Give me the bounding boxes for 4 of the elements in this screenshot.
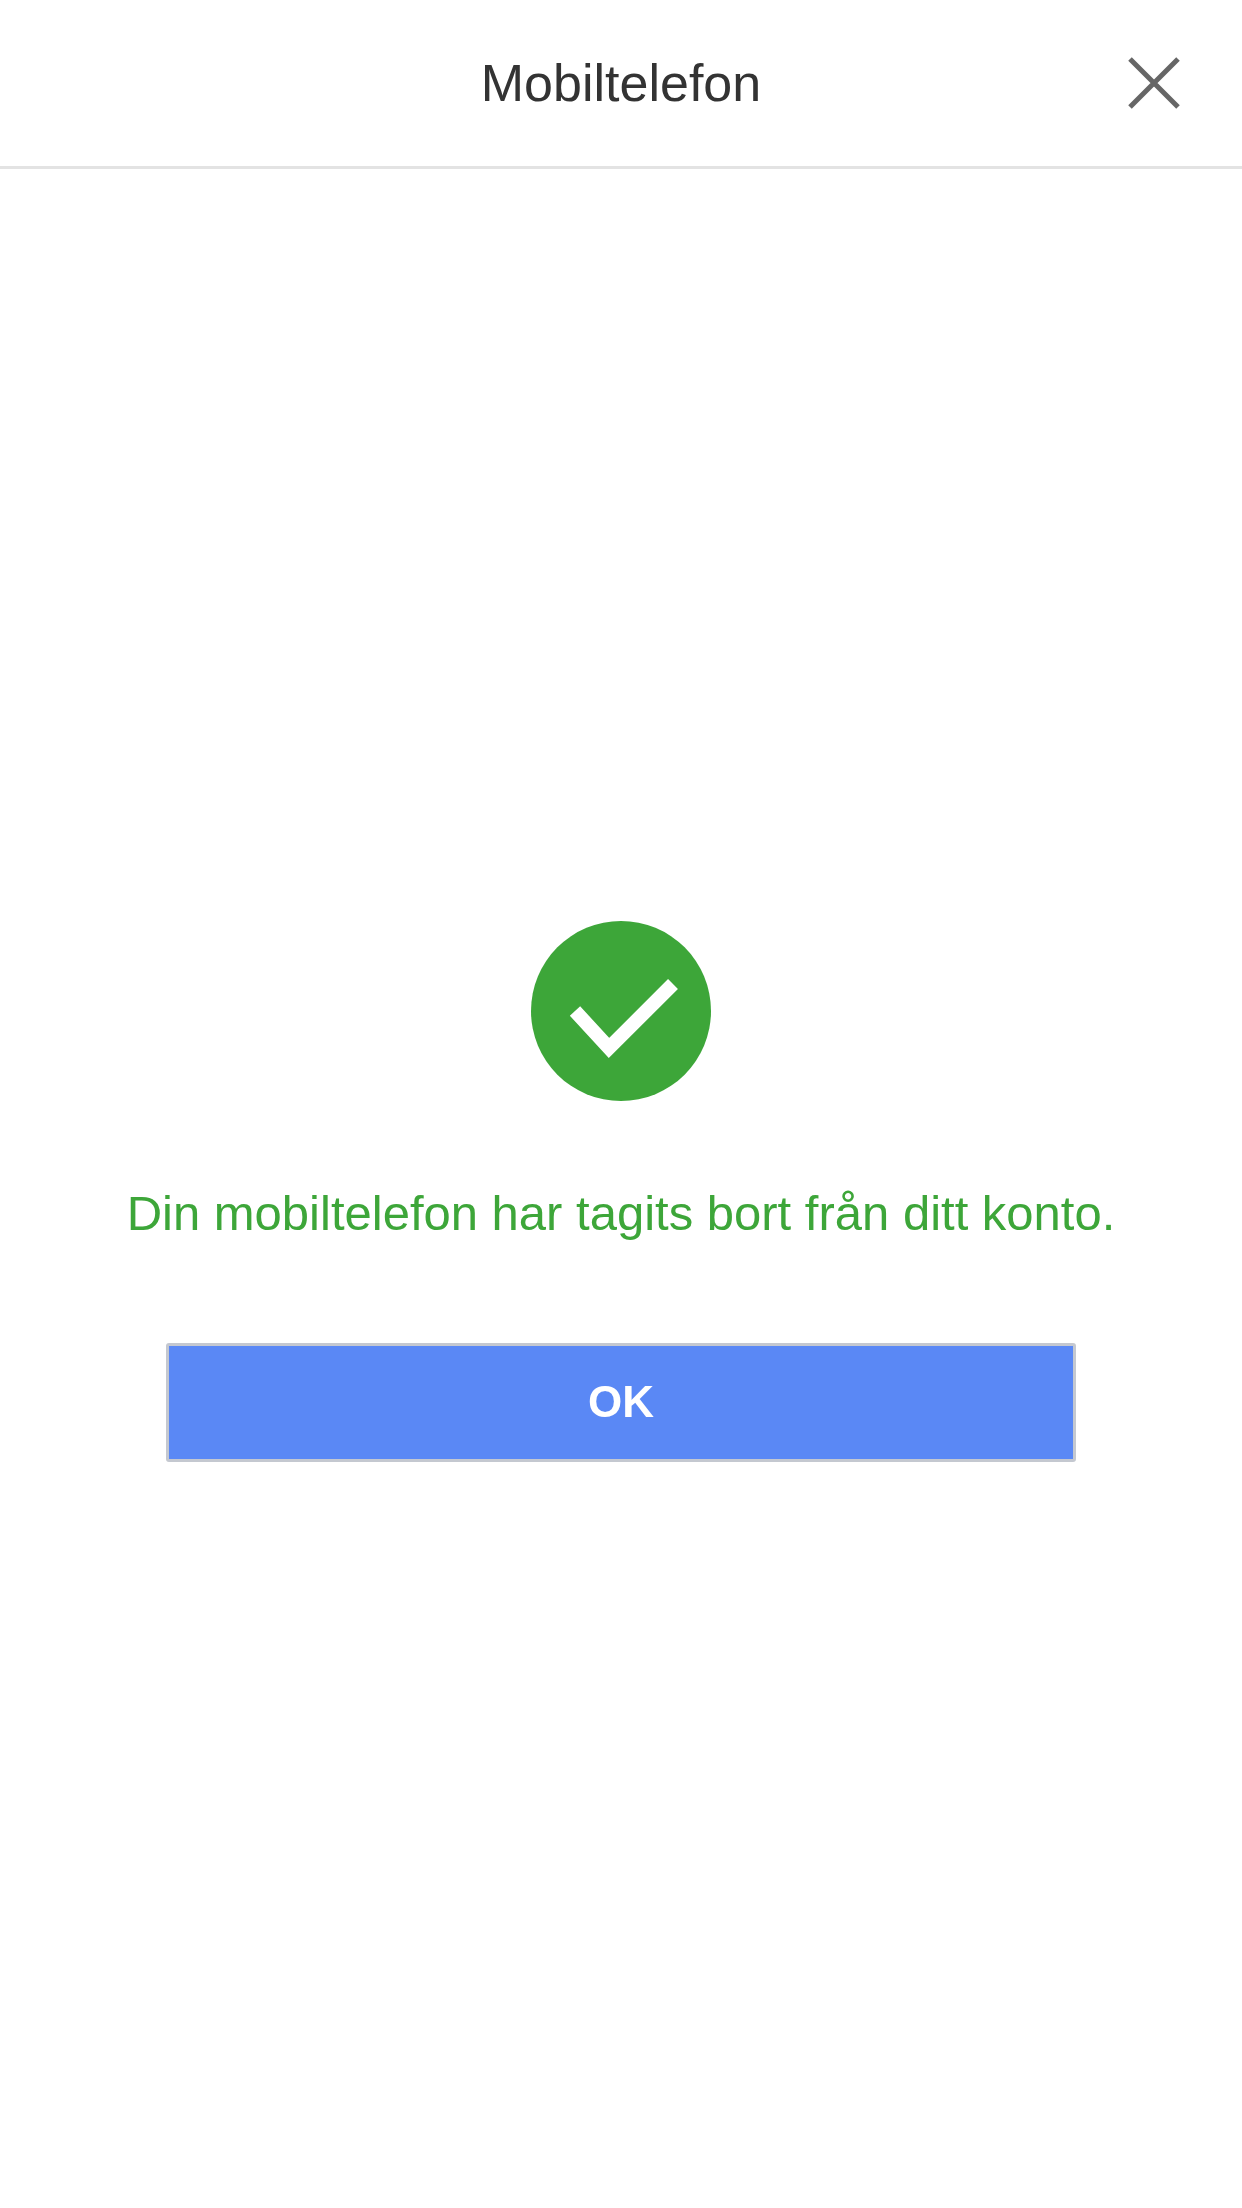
ok-button[interactable]: OK [166, 1342, 1076, 1462]
window-title: Mobiltelefon [480, 53, 762, 114]
status-message: Din mobiltelefon har tagits bort från ditt konto. [126, 1185, 1116, 1242]
close-icon[interactable] [1126, 55, 1182, 111]
